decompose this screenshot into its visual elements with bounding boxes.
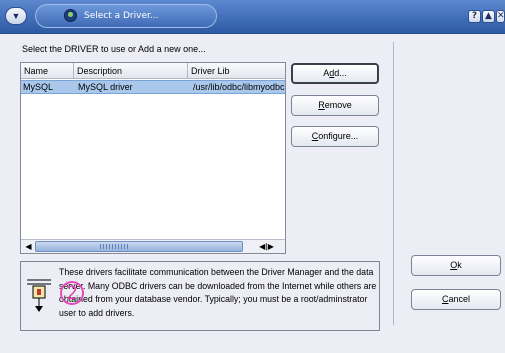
remove-button[interactable]: Remove <box>291 95 379 116</box>
ok-label-suffix: k <box>457 260 462 270</box>
odbc-app-icon <box>64 9 77 22</box>
plug-icon <box>27 279 51 312</box>
scrollbar-thumb[interactable] <box>35 241 243 252</box>
step-marker: 2 <box>60 281 84 305</box>
driver-list[interactable]: Name Description Driver Lib MySQL MySQL … <box>20 62 286 254</box>
help-button[interactable]: ? <box>468 10 481 23</box>
scrollbar-grip <box>100 244 128 249</box>
info-panel: These drivers facilitate communication b… <box>20 261 380 331</box>
table-row[interactable]: MySQL MySQL driver /usr/lib/odbc/libmyod… <box>21 80 285 94</box>
column-header-description[interactable]: Description <box>74 63 188 79</box>
add-button[interactable]: Add... <box>291 63 379 84</box>
cancel-label-suffix: ancel <box>448 294 470 304</box>
title-bar[interactable]: ▼ Select a Driver... ? ▲ ✕ <box>0 0 505 34</box>
configure-button[interactable]: Configure... <box>291 126 379 147</box>
horizontal-scrollbar[interactable]: ◀ ◀ | ▶ <box>21 239 285 253</box>
remove-label-suffix: emove <box>324 100 352 110</box>
select-driver-window: ▼ Select a Driver... ? ▲ ✕ Select the DR… <box>0 0 505 353</box>
scroll-left-icon[interactable]: ◀ <box>22 241 35 252</box>
info-text: These drivers facilitate communication b… <box>59 267 377 318</box>
column-header-driver-lib[interactable]: Driver Lib <box>188 63 285 79</box>
title-pill: Select a Driver... <box>35 4 217 28</box>
close-button[interactable]: ✕ <box>496 10 505 23</box>
window-title: Select a Driver... <box>84 11 159 21</box>
instruction-label: Select the DRIVER to use or Add a new on… <box>22 44 206 54</box>
configure-label-suffix: onfigure... <box>318 131 359 141</box>
chevron-down-icon: ▼ <box>11 11 21 21</box>
cancel-button[interactable]: Cancel <box>411 289 501 310</box>
cell-driver-lib: /usr/lib/odbc/libmyodbc.so <box>193 82 285 92</box>
vertical-divider <box>393 42 394 325</box>
add-label-suffix: d... <box>334 68 347 78</box>
cell-description: MySQL driver <box>78 82 133 92</box>
shade-button[interactable]: ▲ <box>482 10 495 23</box>
column-header-name[interactable]: Name <box>21 63 74 79</box>
cell-name: MySQL <box>23 82 54 92</box>
ok-button[interactable]: Ok <box>411 255 501 276</box>
scroll-arrows-icon[interactable]: ◀ | ▶ <box>250 241 282 252</box>
list-header: Name Description Driver Lib <box>21 63 285 79</box>
window-menu-button[interactable]: ▼ <box>5 7 27 25</box>
